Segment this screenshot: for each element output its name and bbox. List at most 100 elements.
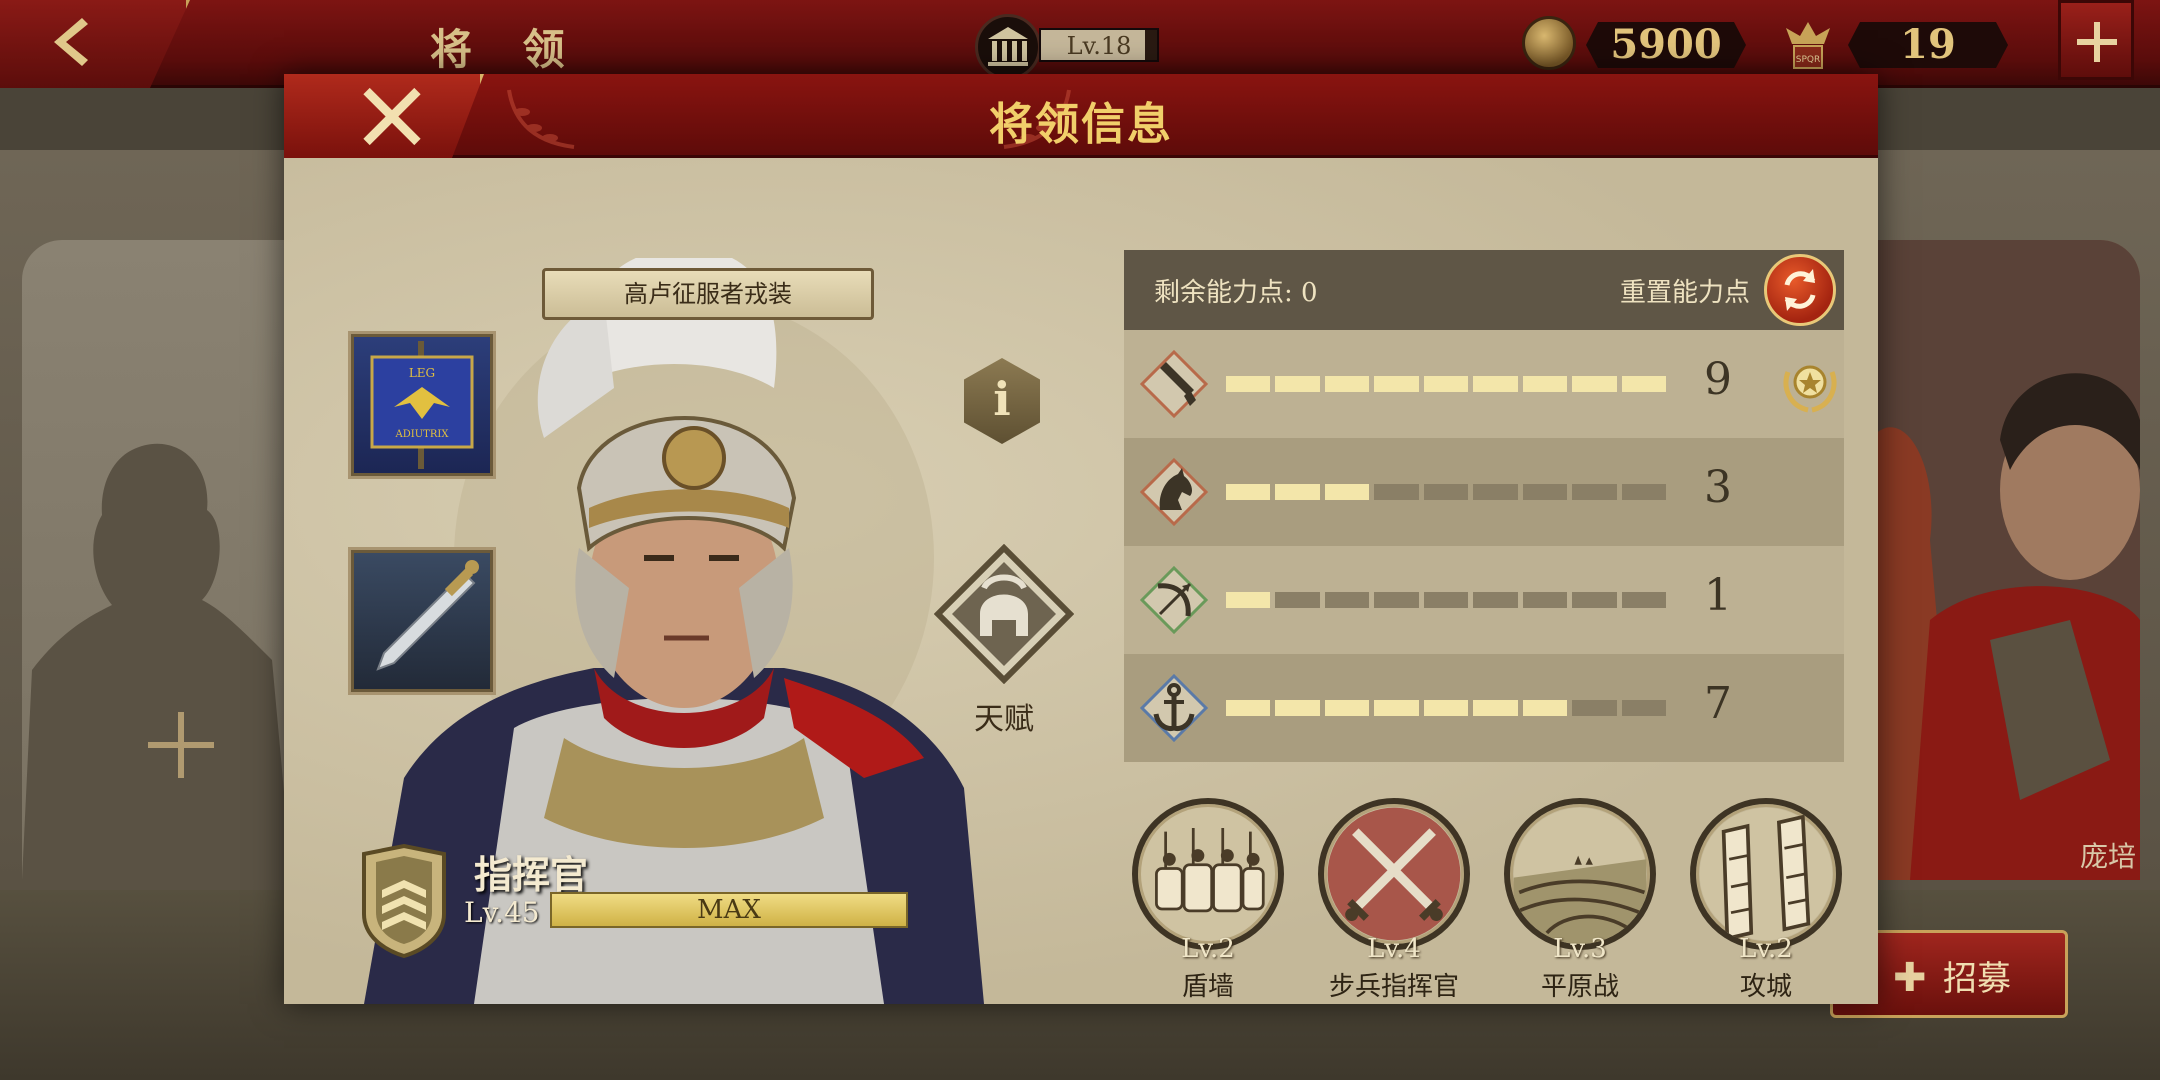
stat-segment [1324,592,1370,608]
stat-row-ranged[interactable]: 1 [1124,546,1844,654]
skill-plains-battle[interactable]: Lv.3 平原战 [1500,798,1660,1002]
stat-segment [1572,700,1617,716]
siege-wall-icon [1690,798,1842,950]
remaining-points: 剩余能力点: 0 [1154,278,1318,308]
stat-segment [1473,700,1518,716]
ability-points-header: 剩余能力点: 0 重置能力点 [1124,250,1844,330]
stat-row-naval[interactable]: 7 [1124,654,1844,762]
stat-segment [1275,592,1320,608]
coin-counter[interactable]: 5900 [1522,16,1752,72]
stat-segment [1522,592,1568,608]
stat-segment [1621,592,1666,608]
stat-bar [1226,700,1666,716]
stat-segment [1473,592,1518,608]
stat-segment [1423,484,1469,500]
laurel-star-icon [1783,365,1837,413]
shield-wall-icon [1132,798,1284,950]
player-level-bar: Lv.18 [1039,28,1159,62]
stat-segment [1374,376,1419,392]
dialog-body: 高卢征服者戎装 LEG ADIUTRIX i 天赋 指挥官 Lv.45 MAX … [284,158,1878,1004]
stat-segment [1522,484,1568,500]
rank-name: 指挥官 [474,852,589,897]
silhouette-icon [22,443,292,880]
back-button[interactable] [0,0,190,88]
skill-level: Lv.4 [1367,934,1421,964]
general-portrait-right [1870,240,2140,880]
skill-name: 平原战 [1540,972,1619,1002]
plains-icon [1504,798,1656,950]
skill-shield-wall[interactable]: Lv.2 盾墙 [1128,798,1288,1002]
gladius-icon [376,560,479,671]
bow-icon [1139,565,1209,635]
stat-segment [1324,700,1370,716]
crossed-swords-icon [1318,798,1470,950]
refresh-icon [1784,269,1816,311]
stat-row-cavalry[interactable]: 3 [1124,438,1844,546]
experience-label: MAX [697,895,761,925]
stat-segment [1572,376,1617,392]
skill-name: 盾墙 [1181,972,1234,1002]
stat-segment [1324,376,1370,392]
stat-bar [1226,484,1666,500]
stat-bar [1226,592,1666,608]
sword-icon [1139,349,1209,419]
skill-level: Lv.2 [1739,934,1793,964]
stat-value: 9 [1704,354,1732,405]
skill-siege[interactable]: Lv.2 攻城 [1686,798,1846,1002]
skill-infantry-commander[interactable]: Lv.4 步兵指挥官 [1314,798,1474,1002]
close-button[interactable] [284,74,484,158]
stat-segment [1572,484,1617,500]
banner-equipment-slot[interactable]: LEG ADIUTRIX [351,334,493,476]
stat-segment [1621,484,1666,500]
back-arrow-icon [54,18,88,66]
weapon-equipment-slot[interactable] [351,550,493,692]
stat-segment [1522,700,1568,716]
svg-text:SPQR: SPQR [1796,55,1820,65]
svg-text:ADIUTRIX: ADIUTRIX [395,429,450,440]
talent-button[interactable] [934,544,1074,684]
general-card-right[interactable] [1870,240,2140,880]
rank-chevron-icon [362,844,446,958]
stat-segment [1374,592,1419,608]
stat-value: 1 [1704,570,1732,621]
skill-level: Lv.2 [1181,934,1235,964]
stat-bar [1226,376,1666,392]
general-info-dialog: 将领信息 高卢征服者戎装 LEG ADIUTRIX i 天赋 指挥官 Lv.45… [284,74,1878,1004]
talent-label: 天赋 [974,702,1034,737]
stat-segment [1522,376,1568,392]
plus-icon: ✚ [1893,955,1927,1001]
stat-segment [1275,484,1320,500]
add-currency-button[interactable] [2058,0,2134,80]
legion-banner-icon: LEG ADIUTRIX [370,341,474,469]
stat-segment [1324,484,1370,500]
page-title: 将 领 [430,25,583,74]
spqr-eagle-icon: SPQR [1786,22,1830,69]
general-name-tag: 庞培 [2080,840,2137,873]
stat-segment [1621,700,1666,716]
stat-segment [1473,376,1518,392]
stat-segment [1226,700,1271,716]
stat-segment [1423,376,1469,392]
stat-row-infantry[interactable]: 9 [1124,330,1844,438]
reset-points-button[interactable] [1764,254,1836,326]
stat-segment [1226,376,1271,392]
stat-segment [1226,484,1271,500]
info-icon: i [993,372,1011,426]
temple-icon [975,14,1041,80]
coin-amount: 5900 [1610,21,1722,68]
add-general-icon[interactable] [148,712,214,778]
recruit-label: 招募 [1943,959,2011,999]
player-level: Lv.18 [975,14,1185,80]
skill-level: Lv.3 [1553,934,1607,964]
token-counter[interactable]: SPQR 19 [1778,16,2008,72]
outfit-name-plate[interactable]: 高卢征服者戎装 [542,268,874,320]
stat-segment [1621,376,1666,392]
stat-segment [1275,376,1320,392]
svg-text:LEG: LEG [409,366,435,380]
general-level: Lv.45 [464,896,540,929]
horse-icon [1139,457,1209,527]
stat-segment [1275,700,1320,716]
reset-points-label: 重置能力点 [1620,278,1751,308]
stat-segment [1226,592,1271,608]
stat-segment [1572,592,1617,608]
